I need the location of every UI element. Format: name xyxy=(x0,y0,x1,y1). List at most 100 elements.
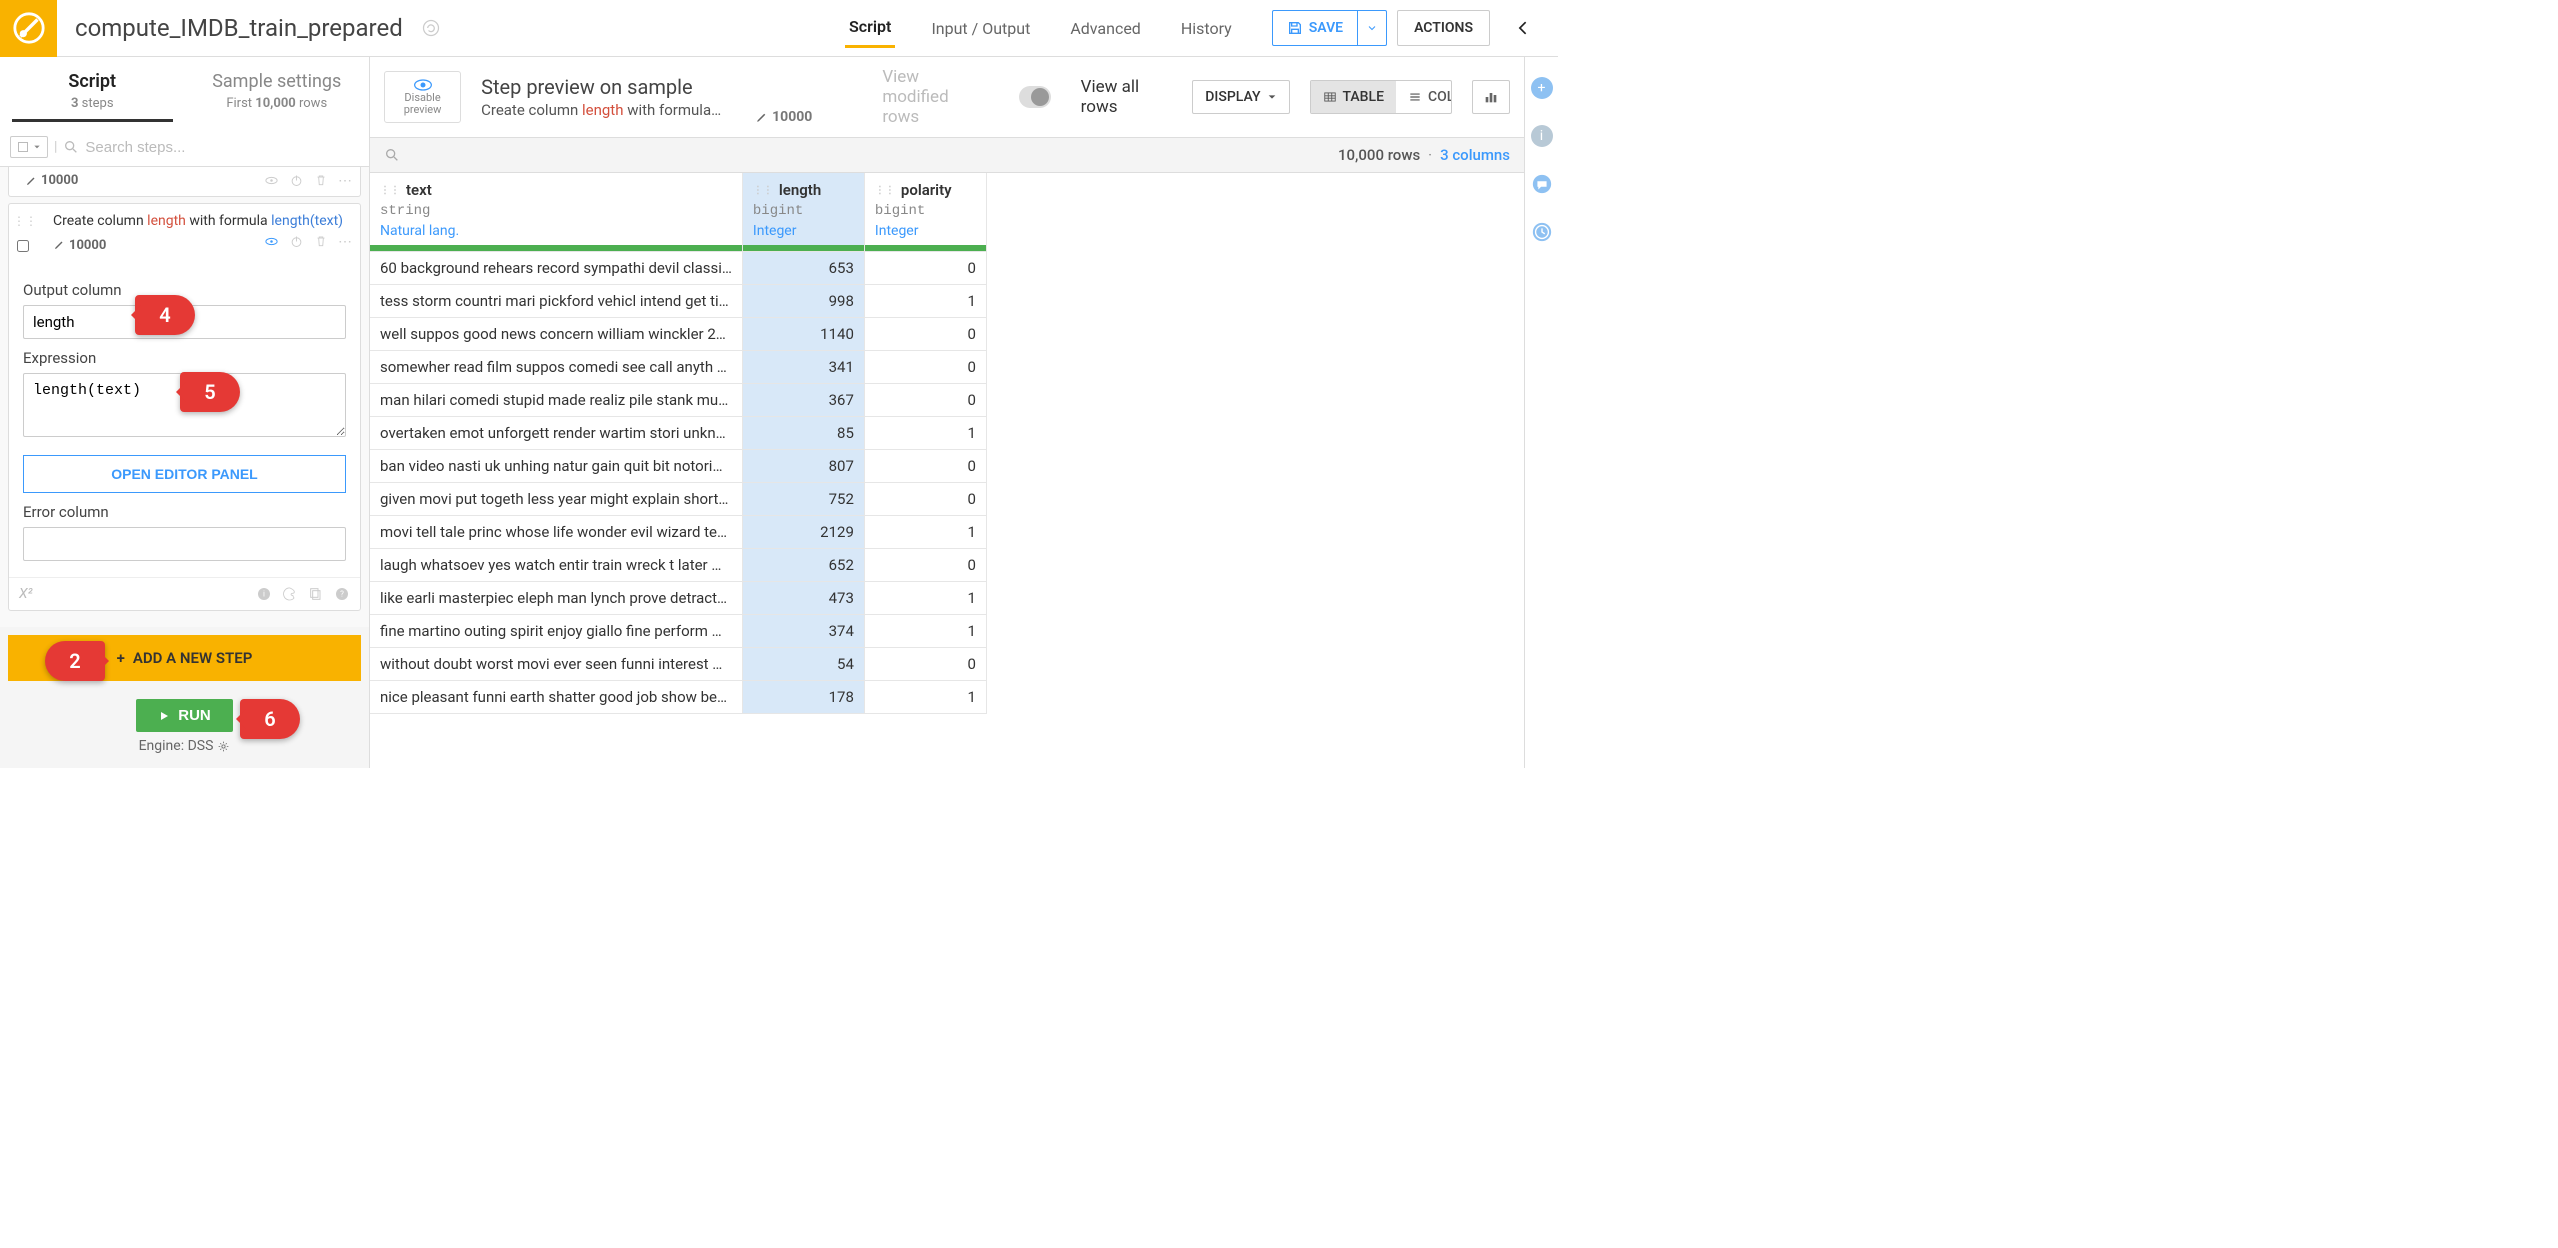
table-row[interactable]: laugh whatsoev yes watch entir train wre… xyxy=(370,549,986,582)
cell-polarity[interactable]: 0 xyxy=(864,384,986,417)
rail-discussion-icon[interactable] xyxy=(1531,173,1553,195)
tab-input-output[interactable]: Input / Output xyxy=(927,8,1034,48)
save-dropdown[interactable] xyxy=(1358,22,1386,34)
step-menu-icon[interactable]: ⋯ xyxy=(338,234,352,250)
help-circle-icon[interactable]: ? xyxy=(334,586,350,602)
column-count-link[interactable]: 3 columns xyxy=(1440,146,1510,164)
cell-text[interactable]: man hilari comedi stupid made realiz pil… xyxy=(370,384,742,417)
table-row[interactable]: man hilari comedi stupid made realiz pil… xyxy=(370,384,986,417)
table-row[interactable]: overtaken emot unforgett render wartim s… xyxy=(370,417,986,450)
cell-text[interactable]: nice pleasant funni earth shatter good j… xyxy=(370,681,742,714)
cell-text[interactable]: somewher read film suppos comedi see cal… xyxy=(370,351,742,384)
cell-polarity[interactable]: 1 xyxy=(864,582,986,615)
power-icon[interactable] xyxy=(289,234,304,249)
power-icon[interactable] xyxy=(289,173,304,188)
cell-polarity[interactable]: 0 xyxy=(864,450,986,483)
table-row[interactable]: somewher read film suppos comedi see cal… xyxy=(370,351,986,384)
cell-polarity[interactable]: 1 xyxy=(864,681,986,714)
table-row[interactable]: tess storm countri mari pickford vehicl … xyxy=(370,285,986,318)
table-row[interactable]: like earli masterpiec eleph man lynch pr… xyxy=(370,582,986,615)
cell-text[interactable]: ban video nasti uk unhing natur gain qui… xyxy=(370,450,742,483)
cell-polarity[interactable]: 1 xyxy=(864,285,986,318)
cell-text[interactable]: well suppos good news concern william wi… xyxy=(370,318,742,351)
cell-length[interactable]: 341 xyxy=(742,351,864,384)
app-logo[interactable] xyxy=(0,0,57,57)
disable-preview-button[interactable]: Disable preview xyxy=(384,71,461,123)
cell-polarity[interactable]: 0 xyxy=(864,648,986,681)
palette-icon[interactable] xyxy=(282,586,298,602)
step-checkbox[interactable] xyxy=(17,240,29,252)
step-card-prev[interactable]: 10000 ⋯ xyxy=(8,167,361,197)
table-row[interactable]: 60 background rehears record sympathi de… xyxy=(370,252,986,285)
cell-polarity[interactable]: 0 xyxy=(864,351,986,384)
open-editor-button[interactable]: OPEN EDITOR PANEL xyxy=(23,455,346,493)
column-header-polarity[interactable]: ⋮⋮polaritybigintInteger xyxy=(864,173,986,252)
table-row[interactable]: fine martino outing spirit enjoy giallo … xyxy=(370,615,986,648)
cell-length[interactable]: 653 xyxy=(742,252,864,285)
table-row[interactable]: movi tell tale princ whose life wonder e… xyxy=(370,516,986,549)
select-all-dropdown[interactable] xyxy=(10,136,48,158)
rail-history-icon[interactable] xyxy=(1531,221,1553,243)
search-steps-input[interactable] xyxy=(85,139,359,156)
error-column-input[interactable] xyxy=(23,527,346,561)
cell-length[interactable]: 473 xyxy=(742,582,864,615)
run-button[interactable]: RUN xyxy=(136,699,233,732)
view-columns-button[interactable]: COLUMNS xyxy=(1396,81,1452,113)
column-header-text[interactable]: ⋮⋮textstringNatural lang. xyxy=(370,173,742,252)
view-table-button[interactable]: TABLE xyxy=(1311,81,1396,113)
cell-length[interactable]: 367 xyxy=(742,384,864,417)
rail-info-icon[interactable]: i xyxy=(1531,125,1553,147)
info-circle-icon[interactable]: i xyxy=(256,586,272,602)
engine-label[interactable]: Engine: DSS xyxy=(139,738,231,754)
save-button[interactable]: SAVE xyxy=(1273,11,1358,45)
tab-advanced[interactable]: Advanced xyxy=(1066,8,1145,48)
cell-polarity[interactable]: 1 xyxy=(864,417,986,450)
cell-polarity[interactable]: 0 xyxy=(864,318,986,351)
cell-length[interactable]: 85 xyxy=(742,417,864,450)
cell-polarity[interactable]: 1 xyxy=(864,615,986,648)
left-tab-script[interactable]: Script 3 steps xyxy=(0,57,185,128)
cell-length[interactable]: 752 xyxy=(742,483,864,516)
cell-text[interactable]: given movi put togeth less year might ex… xyxy=(370,483,742,516)
cell-polarity[interactable]: 0 xyxy=(864,549,986,582)
collapse-arrow-icon[interactable] xyxy=(1514,18,1534,38)
cell-length[interactable]: 652 xyxy=(742,549,864,582)
cell-text[interactable]: without doubt worst movi ever seen funni… xyxy=(370,648,742,681)
view-toggle[interactable] xyxy=(1019,86,1051,108)
charts-button[interactable] xyxy=(1472,80,1510,114)
trash-icon[interactable] xyxy=(314,234,328,248)
cell-length[interactable]: 2129 xyxy=(742,516,864,549)
rail-plus-icon[interactable]: + xyxy=(1531,77,1553,99)
cell-text[interactable]: fine martino outing spirit enjoy giallo … xyxy=(370,615,742,648)
table-row[interactable]: given movi put togeth less year might ex… xyxy=(370,483,986,516)
cell-polarity[interactable]: 0 xyxy=(864,483,986,516)
column-header-length[interactable]: ⋮⋮lengthbigintInteger xyxy=(742,173,864,252)
cell-length[interactable]: 54 xyxy=(742,648,864,681)
eye-icon[interactable] xyxy=(264,234,279,249)
table-search-button[interactable] xyxy=(384,147,400,163)
cell-polarity[interactable]: 0 xyxy=(864,252,986,285)
table-row[interactable]: nice pleasant funni earth shatter good j… xyxy=(370,681,986,714)
cell-text[interactable]: laugh whatsoev yes watch entir train wre… xyxy=(370,549,742,582)
tab-script[interactable]: Script xyxy=(845,8,895,48)
cell-text[interactable]: tess storm countri mari pickford vehicl … xyxy=(370,285,742,318)
actions-button[interactable]: ACTIONS xyxy=(1397,10,1490,46)
copy-icon[interactable] xyxy=(308,586,324,602)
left-tab-sample[interactable]: Sample settings First 10,000 rows xyxy=(185,57,370,128)
step-header[interactable]: ⋮⋮ Create column length with formula len… xyxy=(9,204,360,261)
cell-length[interactable]: 807 xyxy=(742,450,864,483)
cell-length[interactable]: 998 xyxy=(742,285,864,318)
cell-polarity[interactable]: 1 xyxy=(864,516,986,549)
table-row[interactable]: without doubt worst movi ever seen funni… xyxy=(370,648,986,681)
cell-text[interactable]: 60 background rehears record sympathi de… xyxy=(370,252,742,285)
tab-history[interactable]: History xyxy=(1177,8,1236,48)
step-menu-icon[interactable]: ⋯ xyxy=(338,173,352,189)
drag-handle-icon[interactable]: ⋮⋮ xyxy=(13,214,37,228)
display-dropdown[interactable]: DISPLAY xyxy=(1192,80,1289,114)
table-row[interactable]: well suppos good news concern william wi… xyxy=(370,318,986,351)
cell-text[interactable]: overtaken emot unforgett render wartim s… xyxy=(370,417,742,450)
trash-icon[interactable] xyxy=(314,173,328,187)
cell-length[interactable]: 1140 xyxy=(742,318,864,351)
cell-text[interactable]: like earli masterpiec eleph man lynch pr… xyxy=(370,582,742,615)
eye-icon[interactable] xyxy=(264,173,279,188)
